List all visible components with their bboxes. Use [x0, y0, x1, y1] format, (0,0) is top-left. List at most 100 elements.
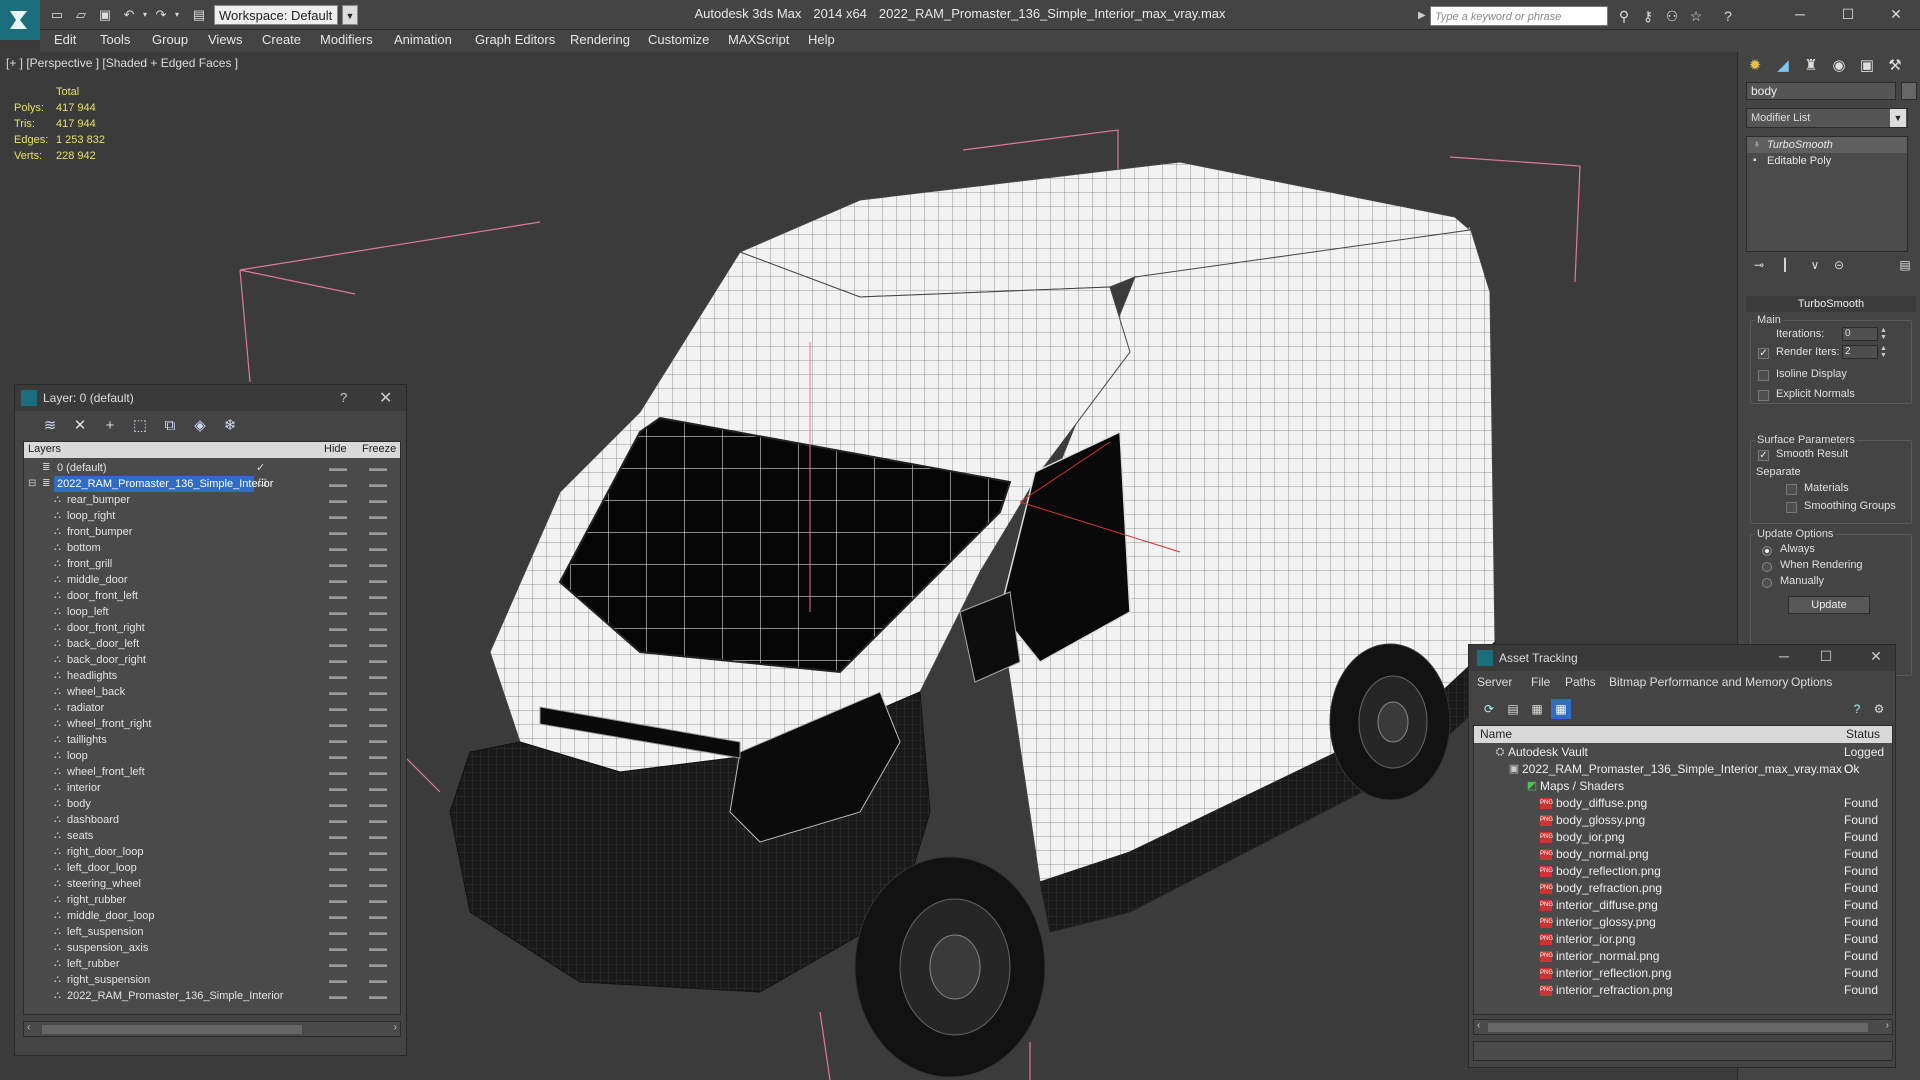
freeze-toggle[interactable]: ▬▬	[369, 508, 387, 524]
pin-stack-icon[interactable]: ⊸	[1750, 256, 1768, 274]
when-rendering-radio[interactable]	[1762, 562, 1772, 572]
freeze-toggle[interactable]: ▬▬	[369, 748, 387, 764]
refresh-icon[interactable]: ⟳	[1479, 699, 1499, 719]
list-view-icon[interactable]: ▤	[1503, 699, 1523, 719]
star-icon[interactable]: ☆	[1686, 6, 1706, 26]
update-button[interactable]: Update	[1788, 596, 1870, 614]
menu-rendering[interactable]: Rendering	[570, 32, 630, 47]
object-row[interactable]: ⛬ 2022_RAM_Promaster_136_Simple_Interior…	[24, 988, 400, 1004]
modifier-list-dropdown[interactable]: Modifier List	[1746, 108, 1908, 128]
delete-layer-icon[interactable]: ✕	[69, 415, 91, 437]
asset-menu-options[interactable]: Options	[1791, 675, 1832, 689]
chevron-down-icon[interactable]: ▼	[342, 5, 358, 25]
collapse-icon[interactable]: ⊟	[28, 476, 36, 492]
layer-row[interactable]: ≣ 0 (default) ✓ ▬▬ ▬▬	[24, 460, 400, 476]
menu-graph-editors[interactable]: Graph Editors	[475, 32, 555, 47]
freeze-toggle[interactable]: ▬▬	[369, 572, 387, 588]
open-file-icon[interactable]: ▱	[72, 6, 90, 24]
asset-row-map[interactable]: PNG body_normal.png Found	[1474, 846, 1892, 863]
object-row[interactable]: ⛬ wheel_back ▬▬ ▬▬	[24, 684, 400, 700]
object-row[interactable]: ⛬ left_suspension ▬▬ ▬▬	[24, 924, 400, 940]
object-row[interactable]: ⛬ suspension_axis ▬▬ ▬▬	[24, 940, 400, 956]
object-row[interactable]: ⛬ loop_right ▬▬ ▬▬	[24, 508, 400, 524]
object-row[interactable]: ⛬ rear_bumper ▬▬ ▬▬	[24, 492, 400, 508]
menu-help[interactable]: Help	[808, 32, 835, 47]
menu-customize[interactable]: Customize	[648, 32, 709, 47]
asset-row-map[interactable]: PNG interior_refraction.png Found	[1474, 982, 1892, 999]
highlight-layer-icon[interactable]: ⧉	[159, 415, 181, 437]
asset-row-map[interactable]: PNG body_refraction.png Found	[1474, 880, 1892, 897]
freeze-toggle[interactable]: ▬▬	[369, 492, 387, 508]
select-objects-icon[interactable]: ⬚	[129, 415, 151, 437]
freeze-toggle[interactable]: ▬▬	[369, 604, 387, 620]
scroll-left-icon[interactable]: ‹	[1477, 1020, 1480, 1031]
hide-toggle[interactable]: ▬▬	[329, 956, 347, 972]
object-row[interactable]: ⛬ left_rubber ▬▬ ▬▬	[24, 956, 400, 972]
workspace-select[interactable]: Workspace: Default	[214, 5, 338, 25]
hide-toggle[interactable]: ▬▬	[329, 972, 347, 988]
asset-row-map[interactable]: PNG interior_glossy.png Found	[1474, 914, 1892, 931]
object-row[interactable]: ⛬ bottom ▬▬ ▬▬	[24, 540, 400, 556]
thumbnail-view-icon[interactable]: ▦	[1527, 699, 1547, 719]
redo-dropdown-icon[interactable]: ▾	[168, 6, 186, 24]
render-iters-spinner[interactable]: 2	[1842, 345, 1878, 359]
freeze-toggle[interactable]: ▬▬	[369, 732, 387, 748]
hide-toggle[interactable]: ▬▬	[329, 924, 347, 940]
asset-row-map[interactable]: PNG interior_normal.png Found	[1474, 948, 1892, 965]
hide-toggle[interactable]: ▬▬	[329, 620, 347, 636]
hide-toggle[interactable]: ▬▬	[329, 460, 347, 476]
scroll-left-icon[interactable]: ‹	[27, 1022, 30, 1033]
hide-toggle[interactable]: ▬▬	[329, 908, 347, 924]
active-layer-check-icon[interactable]: ✓	[256, 460, 265, 476]
hide-toggle[interactable]: ▬▬	[329, 588, 347, 604]
new-file-icon[interactable]: ▭	[48, 6, 66, 24]
layer-box-icon[interactable]: ☐	[258, 476, 267, 492]
freeze-toggle[interactable]: ▬▬	[369, 972, 387, 988]
asset-menu-server[interactable]: Server	[1477, 675, 1512, 689]
make-unique-icon[interactable]: ∨	[1806, 256, 1824, 274]
freeze-toggle[interactable]: ▬▬	[369, 892, 387, 908]
display-tab-icon[interactable]: ▣	[1854, 54, 1880, 78]
spinner-arrows-icon[interactable]: ▲ ▼	[1880, 327, 1888, 341]
object-row[interactable]: ⛬ headlights ▬▬ ▬▬	[24, 668, 400, 684]
hierarchy-tab-icon[interactable]: ♜	[1798, 54, 1824, 78]
freeze-toggle[interactable]: ▬▬	[369, 988, 387, 1004]
object-row[interactable]: ⛬ front_grill ▬▬ ▬▬	[24, 556, 400, 572]
app-logo-icon[interactable]	[0, 0, 40, 40]
materials-checkbox[interactable]	[1786, 484, 1797, 495]
object-row[interactable]: ⛬ left_door_loop ▬▬ ▬▬	[24, 860, 400, 876]
utilities-tab-icon[interactable]: ⚒	[1882, 54, 1908, 78]
smoothing-groups-checkbox[interactable]	[1786, 502, 1797, 513]
hide-toggle[interactable]: ▬▬	[329, 476, 347, 492]
freeze-toggle[interactable]: ▬▬	[369, 588, 387, 604]
asset-path-field[interactable]	[1473, 1041, 1893, 1061]
object-row[interactable]: ⛬ door_front_right ▬▬ ▬▬	[24, 620, 400, 636]
spinner-arrows-icon[interactable]: ▲ ▼	[1880, 345, 1888, 359]
hide-toggle[interactable]: ▬▬	[329, 524, 347, 540]
object-row[interactable]: ⛬ interior ▬▬ ▬▬	[24, 780, 400, 796]
hide-toggle[interactable]: ▬▬	[329, 572, 347, 588]
freeze-toggle[interactable]: ▬▬	[369, 764, 387, 780]
hide-toggle[interactable]: ▬▬	[329, 492, 347, 508]
menu-views[interactable]: Views	[208, 32, 242, 47]
asset-row-maps-group[interactable]: ◩ Maps / Shaders	[1474, 778, 1892, 795]
hide-toggle[interactable]: ▬▬	[329, 508, 347, 524]
menu-create[interactable]: Create	[262, 32, 301, 47]
freeze-toggle[interactable]: ▬▬	[369, 700, 387, 716]
freeze-toggle[interactable]: ▬▬	[369, 860, 387, 876]
freeze-toggle[interactable]: ▬▬	[369, 940, 387, 956]
asset-menu-paths[interactable]: Paths	[1565, 675, 1596, 689]
object-row[interactable]: ⛬ seats ▬▬ ▬▬	[24, 828, 400, 844]
show-end-result-icon[interactable]: ┃	[1776, 256, 1794, 274]
object-row[interactable]: ⛬ radiator ▬▬ ▬▬	[24, 700, 400, 716]
object-row[interactable]: ⛬ door_front_left ▬▬ ▬▬	[24, 588, 400, 604]
isoline-display-checkbox[interactable]	[1758, 370, 1769, 381]
help-icon[interactable]: ?	[1718, 6, 1738, 26]
modify-tab-icon[interactable]: ◢	[1770, 54, 1796, 78]
hide-toggle[interactable]: ▬▬	[329, 796, 347, 812]
configure-sets-icon[interactable]: ▤	[1896, 256, 1914, 274]
close-icon[interactable]: ✕	[1876, 2, 1916, 26]
asset-row-map[interactable]: PNG interior_ior.png Found	[1474, 931, 1892, 948]
object-color-swatch[interactable]	[1901, 82, 1917, 100]
settings-icon[interactable]: ⚙	[1869, 699, 1889, 719]
